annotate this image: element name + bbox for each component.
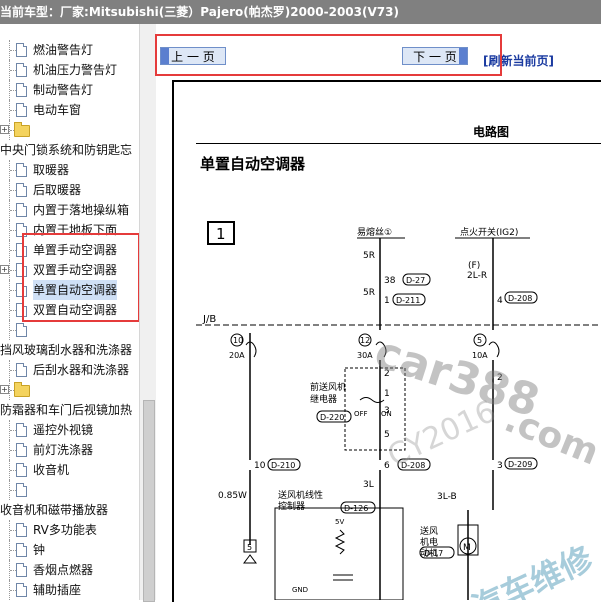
vehicle-name: 厂家:Mitsubishi(三菱）Pajero(帕杰罗)2000-2003(V7… xyxy=(60,5,399,19)
tree-item[interactable]: 后刮水器和洗涤器 xyxy=(0,360,139,380)
document-icon xyxy=(16,63,27,77)
tree-item[interactable]: 燃油警告灯 xyxy=(0,40,139,60)
document-icon xyxy=(16,523,27,537)
tree-item[interactable]: 取暖器 xyxy=(0,160,139,180)
document-icon xyxy=(16,443,27,457)
tree-category-label: 挡风玻璃刮水器和洗涤器 xyxy=(0,343,133,357)
tree-item-label: 燃油警告灯 xyxy=(33,43,94,57)
tree-item-label: 后取暖器 xyxy=(33,183,82,197)
tree-item-label: 机油压力警告灯 xyxy=(33,63,118,77)
tree-item-label: 前灯洗涤器 xyxy=(33,443,94,457)
document-icon xyxy=(16,423,27,437)
document-icon xyxy=(16,183,27,197)
tree-item-label: 香烟点燃器 xyxy=(33,563,94,577)
tree-item[interactable]: RV多功能表 xyxy=(0,520,139,540)
tree-item[interactable]: 香烟点燃器 xyxy=(0,560,139,580)
tree-item-label: 制动警告灯 xyxy=(33,83,94,97)
document-icon xyxy=(16,583,27,597)
document-icon xyxy=(16,483,27,497)
document-icon xyxy=(16,203,27,217)
tree-scrollbar-thumb[interactable] xyxy=(143,400,155,602)
tree-item-label: 内置于落地操纵箱 xyxy=(33,203,130,217)
tree-category[interactable]: 中央门锁系统和防钥匙忘 xyxy=(0,140,139,160)
expand-icon[interactable]: + xyxy=(0,265,9,274)
document-icon xyxy=(16,543,27,557)
tree-category-label: 中央门锁系统和防钥匙忘 xyxy=(0,143,133,157)
document-icon xyxy=(16,163,27,177)
tree-item-label: 钟 xyxy=(33,543,46,557)
document-icon xyxy=(16,83,27,97)
tree-category-label: 防霜器和车门后视镜加热 xyxy=(0,403,133,417)
tree-item[interactable]: + xyxy=(0,380,139,400)
folder-icon xyxy=(14,122,30,137)
tree-item[interactable]: 内置于落地操纵箱 xyxy=(0,200,139,220)
tree-category[interactable]: 收音机和磁带播放器 xyxy=(0,500,139,520)
tree-item[interactable]: 钟 xyxy=(0,540,139,560)
tree-item-label: 后刮水器和洗涤器 xyxy=(33,363,130,377)
highlight-box-ac-items xyxy=(22,233,140,322)
document-icon xyxy=(16,563,27,577)
tree-category[interactable]: 挡风玻璃刮水器和洗涤器 xyxy=(0,340,139,360)
tree-item-label: 取暖器 xyxy=(33,163,70,177)
tree-item[interactable]: 后取暖器 xyxy=(0,180,139,200)
document-icon xyxy=(16,43,27,57)
tree-item[interactable]: 收音机 xyxy=(0,460,139,480)
tree-category[interactable]: 防霜器和车门后视镜加热 xyxy=(0,400,139,420)
tree-item-label: 电动车窗 xyxy=(33,103,82,117)
vehicle-prefix: 当前车型： xyxy=(0,5,61,19)
tree-item[interactable]: 遥控外视镜 xyxy=(0,420,139,440)
tree-item[interactable] xyxy=(0,480,139,500)
tree-item[interactable]: 前灯洗涤器 xyxy=(0,440,139,460)
document-icon xyxy=(16,363,27,377)
folder-icon xyxy=(14,382,30,397)
tree-item[interactable]: 辅助插座 xyxy=(0,580,139,600)
expand-icon[interactable]: + xyxy=(0,125,9,134)
document-icon xyxy=(16,463,27,477)
vehicle-title-bar: 当前车型：厂家:Mitsubishi(三菱）Pajero(帕杰罗)2000-20… xyxy=(0,0,601,24)
tree-item-label: 辅助插座 xyxy=(33,583,82,597)
document-icon xyxy=(16,103,27,117)
tree-item[interactable]: + xyxy=(0,120,139,140)
tree-category-label: 收音机和磁带播放器 xyxy=(0,503,109,517)
diagram-header-rule xyxy=(196,143,601,144)
tree-item-label: RV多功能表 xyxy=(33,523,97,537)
tree-item-label: 遥控外视镜 xyxy=(33,423,94,437)
document-icon xyxy=(16,323,27,337)
highlight-box-nav xyxy=(155,34,502,76)
tree-item[interactable]: 制动警告灯 xyxy=(0,80,139,100)
tree-item-label: 收音机 xyxy=(33,463,70,477)
tree-item[interactable]: 机油压力警告灯 xyxy=(0,60,139,80)
expand-icon[interactable]: + xyxy=(0,385,9,394)
wiring-diagram-page xyxy=(172,80,601,602)
tree-item[interactable] xyxy=(0,320,139,340)
tree-item[interactable]: 电动车窗 xyxy=(0,100,139,120)
